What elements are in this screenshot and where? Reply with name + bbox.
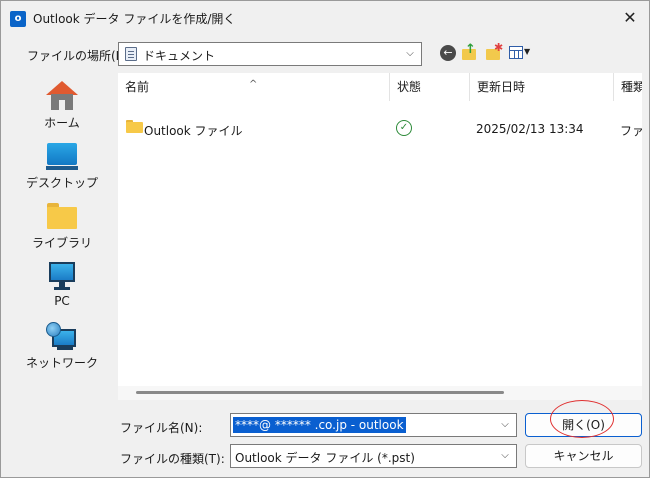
places-item-home[interactable]: ホーム — [15, 75, 109, 131]
column-header-label: 名前 — [125, 80, 150, 94]
column-header-modified[interactable]: 更新日時 — [470, 73, 614, 101]
scrollbar-thumb[interactable] — [136, 391, 504, 394]
sort-ascending-icon: ^ — [249, 79, 258, 90]
chevron-down-icon[interactable]: ⌵ — [403, 46, 417, 62]
up-one-level-button[interactable]: ↑ — [460, 42, 480, 63]
back-button[interactable]: ← — [438, 43, 458, 63]
filetype-label: ファイルの種類(T): — [120, 452, 225, 466]
column-header-type[interactable]: 種類 — [614, 73, 642, 101]
places-item-desktop[interactable]: デスクトップ — [15, 135, 109, 191]
documents-icon — [125, 47, 137, 61]
home-icon — [46, 81, 78, 111]
window-title: Outlook データ ファイルを作成/開く — [33, 12, 236, 26]
filetype-select[interactable]: Outlook データ ファイル (*.pst) ⌵ — [230, 444, 517, 468]
look-in-value: ドキュメント — [143, 49, 216, 63]
back-arrow-icon: ← — [440, 45, 456, 61]
look-in-combobox[interactable]: ドキュメント ⌵ — [118, 42, 422, 66]
column-header-name[interactable]: 名前 ^ — [118, 73, 390, 101]
sync-ok-check-icon: ✓ — [396, 120, 412, 136]
places-bar: ホーム デスクトップ ライブラリ PC ネットワーク — [15, 73, 109, 378]
view-grid-icon — [509, 46, 523, 59]
file-type: ファイ — [620, 124, 642, 138]
chevron-down-icon[interactable]: ⌵ — [498, 417, 512, 433]
library-folder-icon — [46, 201, 78, 231]
new-folder-button[interactable]: ✱ — [484, 41, 504, 63]
filetype-value: Outlook データ ファイル (*.pst) — [235, 451, 415, 465]
places-item-network[interactable]: ネットワーク — [15, 315, 109, 371]
filename-combobox[interactable]: ****@ ****** .co.jp - outlook ⌵ — [230, 413, 517, 437]
network-icon — [46, 321, 78, 351]
pc-icon — [46, 261, 78, 291]
look-in-label: ファイルの場所(I): — [27, 49, 128, 63]
column-header-label: 更新日時 — [477, 80, 526, 94]
column-header-label: 種類 — [621, 80, 642, 94]
file-modified: 2025/02/13 13:34 — [476, 122, 584, 136]
file-row[interactable]: Outlook ファイル ✓ 2025/02/13 13:34 ファイ — [118, 119, 642, 139]
view-menu-button[interactable]: ▼ — [508, 43, 534, 63]
places-item-label: ホーム — [44, 116, 80, 130]
dropdown-arrow-icon: ▼ — [524, 47, 531, 56]
folder-icon — [126, 120, 143, 133]
places-item-library[interactable]: ライブラリ — [15, 195, 109, 251]
up-arrow-icon: ↑ — [465, 42, 476, 57]
places-item-label: ライブラリ — [31, 236, 92, 250]
desktop-icon — [46, 141, 78, 171]
file-list[interactable]: 名前 ^ 状態 更新日時 種類 Outlook ファイル ✓ 2025/02/1… — [118, 73, 642, 386]
title-bar: o Outlook データ ファイルを作成/開く ✕ — [1, 1, 649, 35]
sparkle-icon: ✱ — [494, 41, 504, 54]
close-button[interactable]: ✕ — [619, 7, 641, 29]
column-header-label: 状態 — [397, 80, 422, 94]
places-item-label: デスクトップ — [25, 176, 98, 190]
filename-label: ファイル名(N): — [120, 421, 203, 435]
horizontal-scrollbar[interactable] — [118, 386, 642, 400]
cancel-button[interactable]: キャンセル — [525, 444, 642, 468]
outlook-app-icon: o — [10, 11, 29, 27]
places-item-pc[interactable]: PC — [15, 255, 109, 311]
places-item-label: PC — [54, 294, 70, 308]
filename-input[interactable]: ****@ ****** .co.jp - outlook — [233, 417, 406, 433]
highlight-annotation-circle — [550, 400, 614, 438]
file-name: Outlook ファイル — [144, 124, 243, 138]
places-item-label: ネットワーク — [25, 356, 98, 370]
chevron-down-icon[interactable]: ⌵ — [498, 448, 512, 464]
column-header-status[interactable]: 状態 — [390, 73, 470, 101]
open-outlook-data-file-dialog: o Outlook データ ファイルを作成/開く ✕ ファイルの場所(I): ド… — [0, 0, 650, 478]
